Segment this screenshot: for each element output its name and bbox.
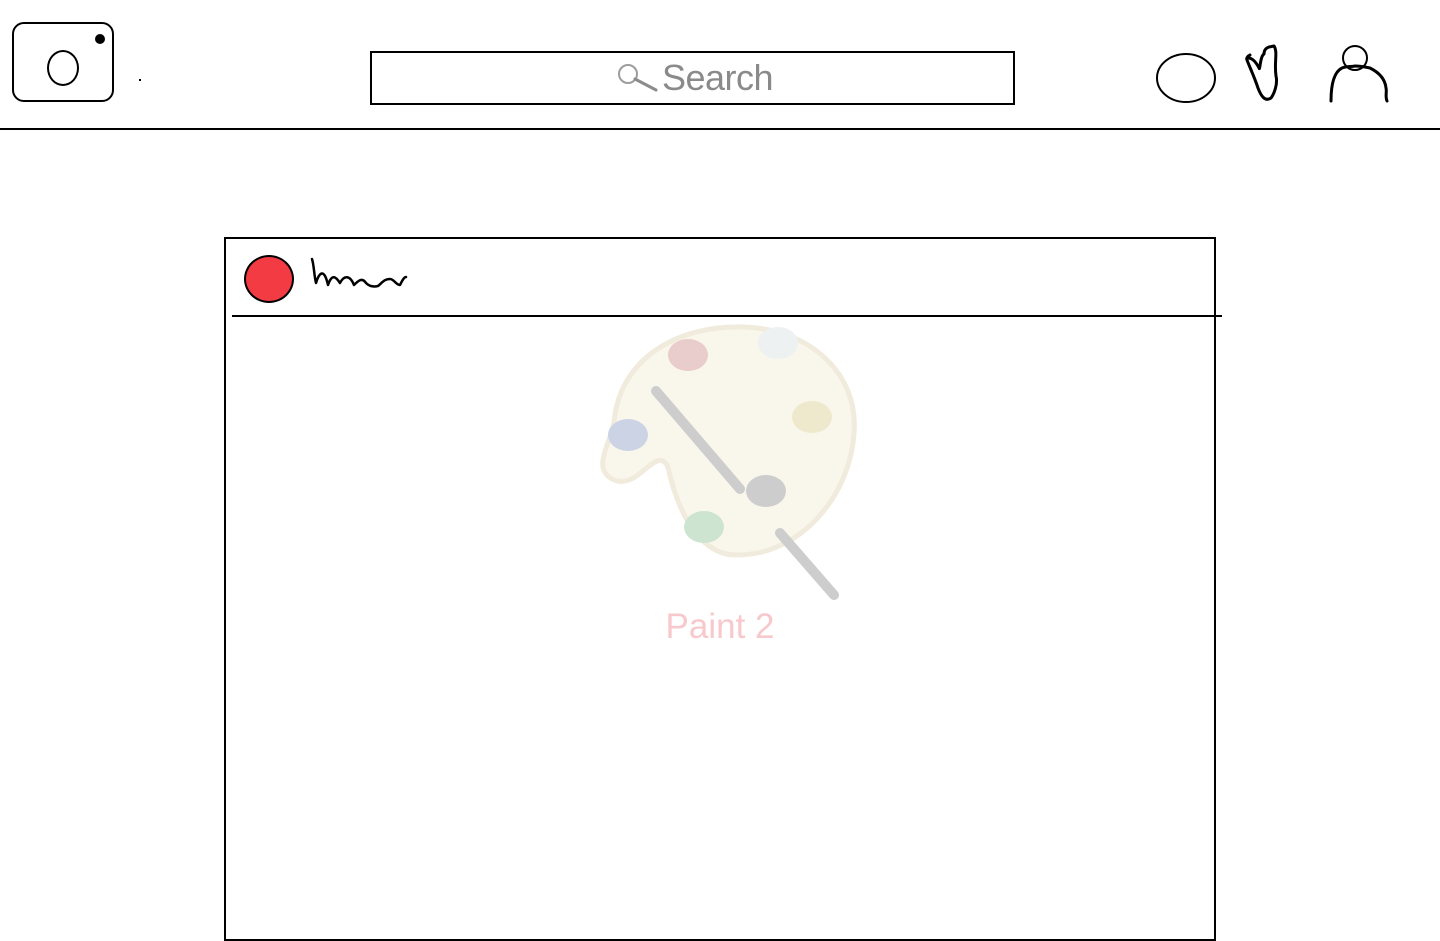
post-header <box>226 239 1214 316</box>
search-placeholder: Search <box>661 57 774 98</box>
image-caption: Paint 2 <box>665 607 775 646</box>
post-card: Paint 2 <box>224 237 1222 941</box>
compass-icon[interactable] <box>1155 52 1219 106</box>
post-media[interactable]: Paint 2 <box>226 317 1214 939</box>
search-bar[interactable]: Search <box>370 51 1015 105</box>
camera-flash <box>95 34 105 44</box>
profile-icon[interactable] <box>1328 44 1392 104</box>
heart-icon[interactable] <box>1244 44 1296 102</box>
top-navigation-bar: Search <box>0 0 1440 130</box>
camera-lens <box>47 50 79 86</box>
paint-palette-image <box>600 324 857 600</box>
username-handwriting[interactable] <box>310 255 430 305</box>
logo-mark <box>139 79 141 81</box>
search-icon <box>617 64 658 92</box>
camera-icon[interactable] <box>12 22 114 102</box>
avatar[interactable] <box>244 255 294 303</box>
